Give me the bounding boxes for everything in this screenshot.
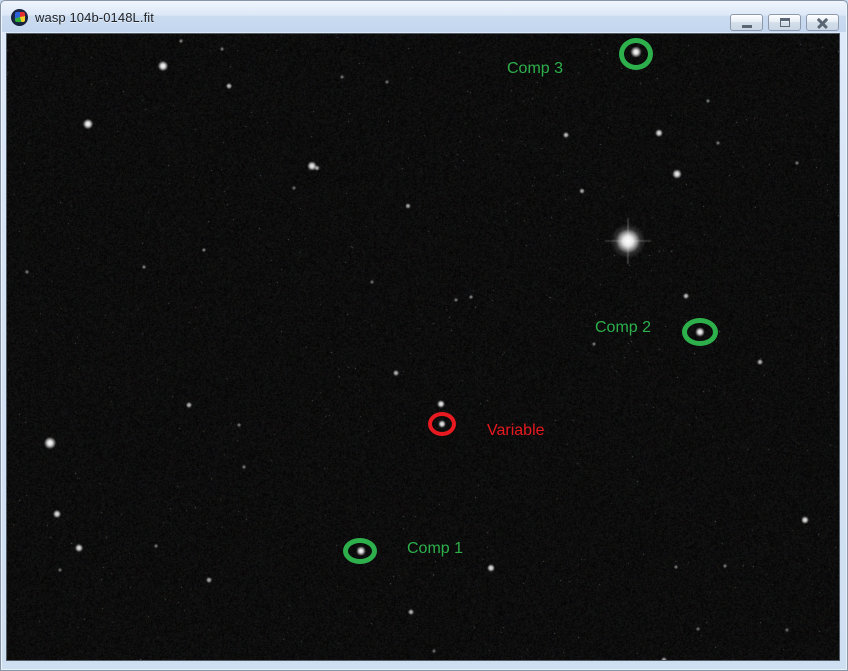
title-bar[interactable]: wasp 104b-0148L.fit bbox=[2, 2, 846, 32]
window-title: wasp 104b-0148L.fit bbox=[35, 10, 154, 25]
starfield-canvas bbox=[7, 34, 839, 660]
close-icon bbox=[816, 17, 829, 28]
restore-button[interactable] bbox=[768, 14, 801, 31]
window-controls bbox=[730, 14, 839, 31]
minimize-icon bbox=[742, 25, 752, 28]
app-window: wasp 104b-0148L.fit Comp 3Comp 2Variable… bbox=[0, 0, 848, 671]
close-button[interactable] bbox=[806, 14, 839, 31]
fits-image-viewport[interactable]: Comp 3Comp 2VariableComp 1 bbox=[6, 33, 840, 661]
minimize-button[interactable] bbox=[730, 14, 763, 31]
app-icon[interactable] bbox=[11, 9, 28, 26]
app-icon-color-chip bbox=[15, 12, 25, 22]
restore-icon bbox=[780, 18, 790, 27]
